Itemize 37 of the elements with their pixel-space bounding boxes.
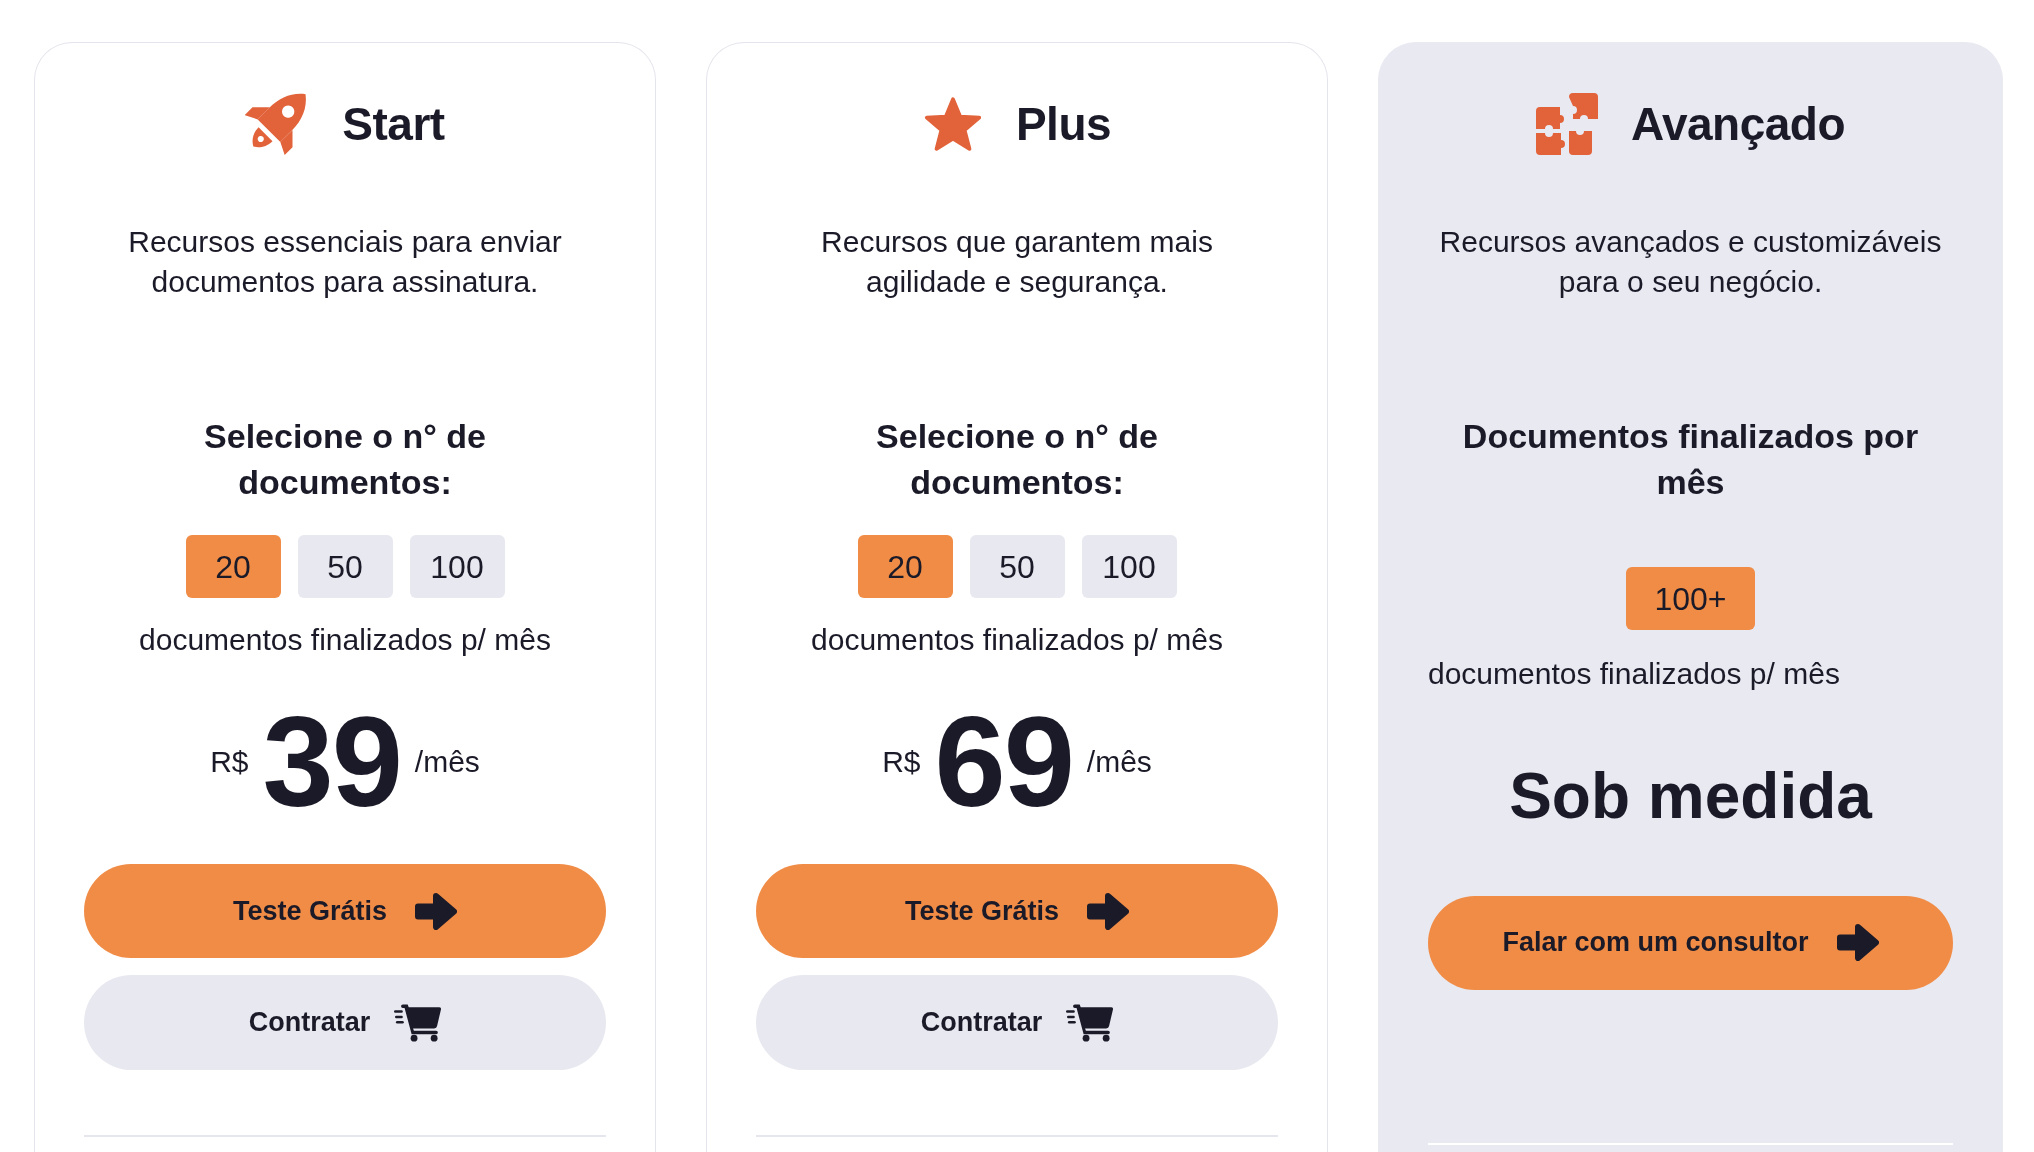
document-count-option[interactable]: 100+	[1626, 567, 1755, 630]
cart-icon	[1066, 1003, 1114, 1042]
plan-title: Plus	[1015, 101, 1112, 147]
plan-description: Recursos avançados e customizáveis para o seu negócio.	[1438, 224, 1943, 300]
document-count-option[interactable]: 100	[1081, 535, 1177, 598]
primary-button[interactable]: Teste Grátis	[84, 864, 606, 958]
document-count-option[interactable]: 100	[409, 535, 505, 598]
plan-title: Start	[342, 101, 445, 147]
cart-icon	[394, 1003, 442, 1042]
custom-price-label: Sob medida	[1509, 759, 1872, 834]
currency-label: R$	[210, 744, 249, 780]
options-caption: documentos finalizados p/ mês	[811, 622, 1223, 658]
price-amount: 69	[934, 698, 1073, 826]
arrow-right-icon	[415, 892, 458, 930]
options-caption: documentos finalizados p/ mês	[1428, 656, 1841, 692]
document-count-option[interactable]: 50	[297, 535, 393, 598]
options-heading: Selecione o n° de documentos:	[203, 416, 487, 503]
star-icon	[922, 95, 983, 153]
secondary-button[interactable]: Contratar	[756, 975, 1278, 1070]
options-heading: Selecione o n° de documentos:	[875, 416, 1159, 503]
puzzle-icon	[1535, 93, 1598, 155]
plan-description: Recursos essenciais para enviar documentos para assinatura.	[127, 224, 563, 300]
primary-button[interactable]: Falar com um consultor	[1428, 895, 1953, 990]
document-count-option[interactable]: 20	[857, 535, 953, 598]
price-period: /mês	[1086, 744, 1152, 780]
arrow-right-icon	[1087, 892, 1130, 930]
currency-label: R$	[882, 744, 921, 780]
primary-button[interactable]: Teste Grátis	[756, 864, 1278, 958]
price-amount: 39	[262, 698, 401, 826]
secondary-button[interactable]: Contratar	[84, 975, 606, 1070]
arrow-right-icon	[1836, 924, 1879, 962]
options-caption: documentos finalizados p/ mês	[139, 622, 551, 658]
price-period: /mês	[414, 744, 480, 780]
plan-description: Recursos que garantem mais agilidade e segurança.	[820, 224, 1214, 300]
options-heading: Documentos finalizados por mês	[1461, 416, 1920, 503]
document-count-option[interactable]: 50	[969, 535, 1065, 598]
document-count-option[interactable]: 20	[185, 535, 281, 598]
